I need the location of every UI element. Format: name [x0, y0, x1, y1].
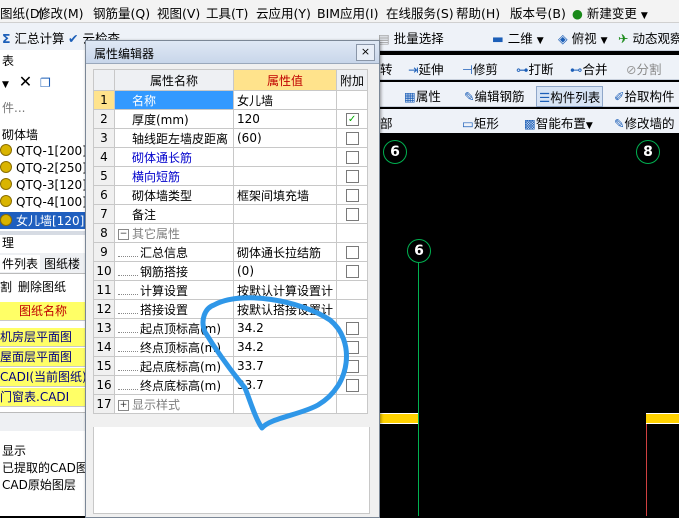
annotation-stroke [200, 295, 349, 431]
freehand-annotation [200, 295, 349, 431]
